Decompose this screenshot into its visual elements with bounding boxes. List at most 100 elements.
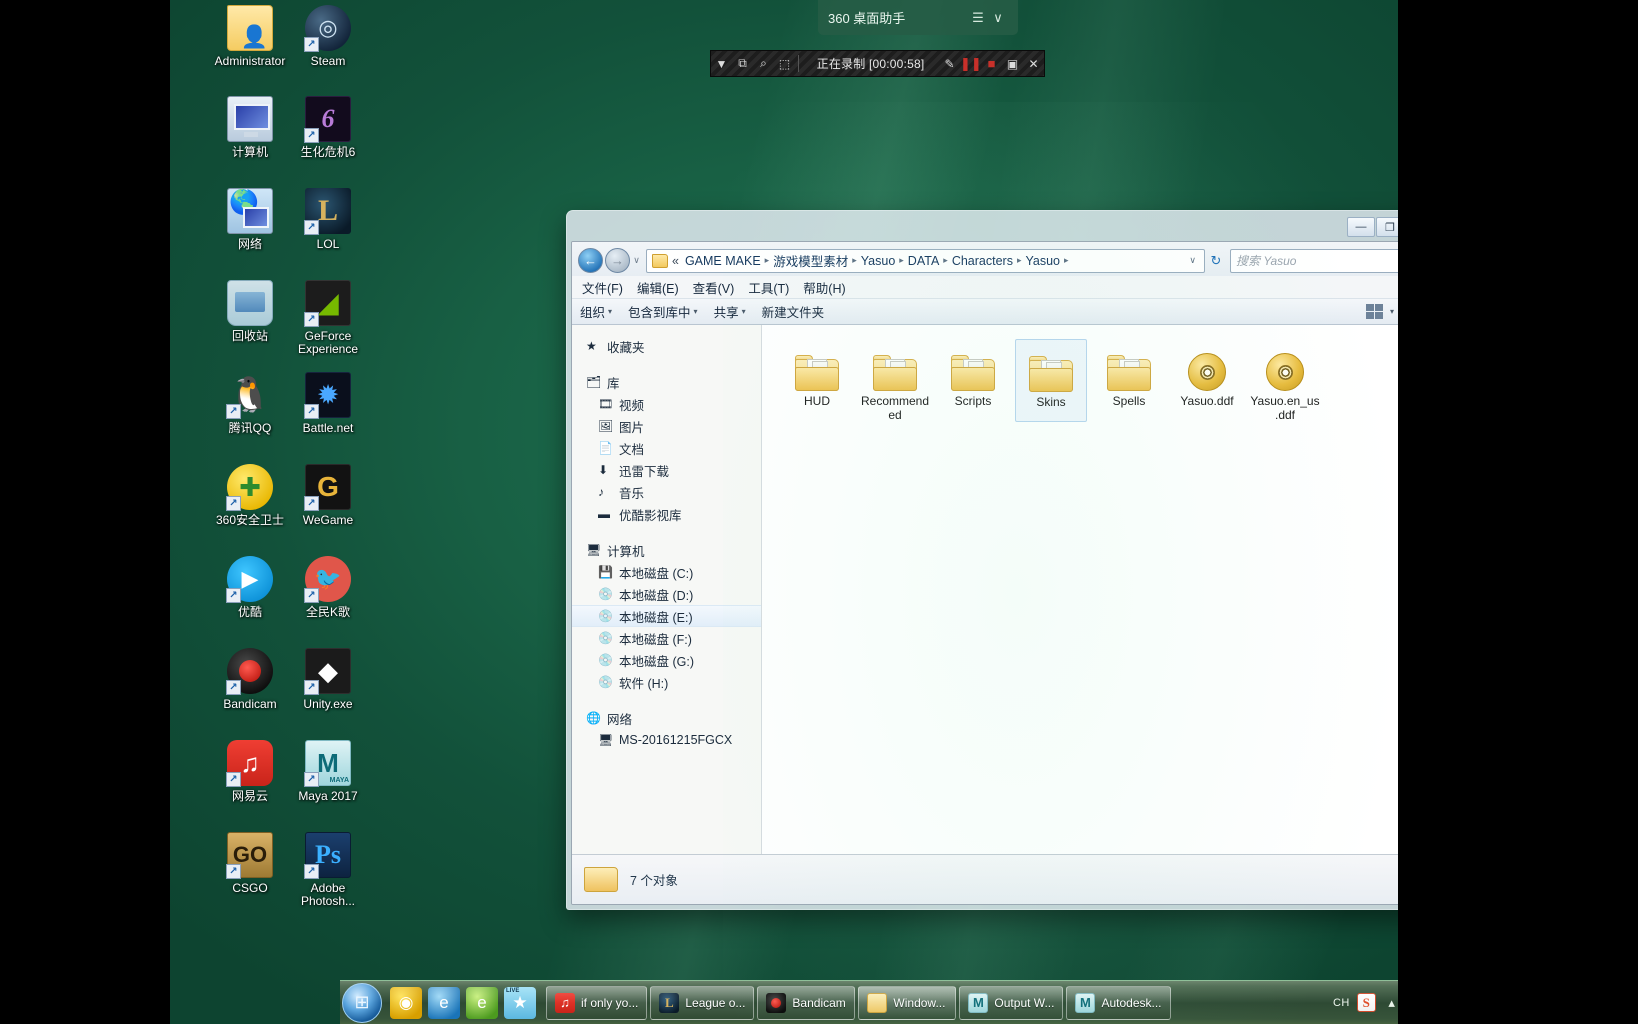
desktop-icon-Unity.exe[interactable]: ◆ Unity.exe [286,647,370,711]
desktop-icon-Administrator[interactable]: Administrator [208,4,292,68]
menu-item-查看(V)[interactable]: 查看(V) [693,278,735,297]
stop-icon[interactable]: ■ [981,56,1002,71]
forward-button[interactable]: → [605,248,630,273]
show-hidden-icons-chevron[interactable]: ▴ [1383,994,1398,1012]
language-indicator[interactable]: CH [1333,997,1350,1009]
file-item-Yasuo.ddf[interactable]: Yasuo.ddf [1171,339,1243,422]
nav-item-MS-20161215FGCX[interactable]: 🖥 MS-20161215FGCX [572,729,761,751]
command-共享[interactable]: 共享 ▾ [714,302,746,321]
nav-item-软件 (H:)[interactable]: 💿 软件 (H:) [572,671,761,693]
taskbar-button-Window...[interactable]: Window... [858,985,957,1020]
nav-item-图片[interactable]: 🖼 图片 [572,415,761,437]
taskbar-button-Bandicam[interactable]: Bandicam [757,985,856,1020]
menu-item-编辑(E)[interactable]: 编辑(E) [637,278,679,297]
explorer-window[interactable]: — ❐ ✕ ← → ∨ « GAME MAKE▸游戏模型素材▸Yasuo▸DAT… [566,210,1398,910]
chevron-down-icon[interactable]: ∨ [988,10,1008,26]
quicklaunch-360-browser[interactable]: ◉ [390,986,422,1019]
nav-item-迅雷下载[interactable]: ⬇ 迅雷下载 [572,459,761,481]
camera-icon[interactable]: ▣ [1002,57,1023,71]
breadcrumb-item-Yasuo[interactable]: Yasuo [1022,252,1063,270]
zoom-icon[interactable]: ⌕ [753,56,774,71]
hamburger-icon[interactable]: ☰ [968,10,988,26]
command-新建文件夹[interactable]: 新建文件夹 [762,302,825,321]
history-dropdown-icon[interactable]: ∨ [630,255,643,266]
desktop-icon-网络[interactable]: 网络 [208,187,292,251]
desktop-icon-生化危机6[interactable]: 6 生化危机6 [286,95,370,159]
breadcrumb-dropdown-icon[interactable]: ∨ [1184,255,1201,266]
breadcrumb-item-Characters[interactable]: Characters [949,252,1016,270]
file-item-Yasuo.en_us.ddf[interactable]: Yasuo.en_us.ddf [1249,339,1321,422]
search-box[interactable]: 搜索 Yasuo 🔍 [1230,248,1398,273]
desktop-icon-计算机[interactable]: 计算机 [208,95,292,159]
breadcrumb-item-DATA[interactable]: DATA [905,252,942,270]
file-content-pane[interactable]: HUD Recommended Scripts Skins Spells Yasuo.dd… [762,325,1398,854]
menu-item-工具(T)[interactable]: 工具(T) [748,278,789,297]
menu-item-帮助(H)[interactable]: 帮助(H) [803,278,845,297]
desktop-icon-Battle.net[interactable]: ✹ Battle.net [286,371,370,435]
desktop-icon-全民K歌[interactable]: 🐦 全民K歌 [286,555,370,619]
view-dropdown-icon[interactable]: ▾ [1390,307,1394,316]
file-item-Scripts[interactable]: Scripts [937,339,1009,422]
close-icon[interactable]: ✕ [1023,57,1044,71]
search-input[interactable]: 搜索 Yasuo [1236,252,1398,269]
quicklaunch-live-app[interactable]: ★ [504,986,536,1019]
dropdown-icon[interactable]: ▼ [711,57,732,71]
nav-group-计算机[interactable]: 🖥 计算机 [572,539,761,561]
desktop-icon-Adobe Photosh...[interactable]: PsAdobe Photosh... [286,831,370,908]
desktop-icon-LOL[interactable]: L LOL [286,187,370,251]
quicklaunch-360-secure-browser[interactable]: e [466,986,498,1019]
maximize-button[interactable]: ❐ [1376,217,1398,237]
breadcrumb-overflow[interactable]: « [671,252,682,270]
nav-group-库[interactable]: 🗂 库 [572,371,761,393]
nav-item-本地磁盘 (E:)[interactable]: 💿 本地磁盘 (E:) [572,605,761,627]
desktop-icon-Bandicam[interactable]: Bandicam [208,647,292,711]
nav-item-优酷影视库[interactable]: ▬ 优酷影视库 [572,503,761,525]
minimize-button[interactable]: — [1347,217,1375,237]
start-button[interactable]: ⊞ [342,982,382,1023]
file-item-HUD[interactable]: HUD [781,339,853,422]
region-capture-icon[interactable]: ⬚ [774,57,795,71]
file-item-Skins[interactable]: Skins [1015,339,1087,422]
360-desktop-assistant[interactable]: 360 桌面助手 ☰ ∨ [818,0,1018,35]
file-item-Recommended[interactable]: Recommended [859,339,931,422]
back-button[interactable]: ← [578,248,603,273]
desktop-icon-网易云[interactable]: ♫ 网易云 [208,739,292,803]
breadcrumb-item-Yasuo[interactable]: Yasuo [858,252,899,270]
desktop-wallpaper[interactable]: Administrator◎Steam 计算机6生化危机6 网络LLOL 回收站◢Ge… [170,0,1398,1024]
desktop-icon-优酷[interactable]: ▶ 优酷 [208,555,292,619]
breadcrumb[interactable]: « GAME MAKE ▸ 游戏模型素材 ▸ Yasuo ▸ DATA ▸ Characters… [646,248,1205,273]
desktop-icon-回收站[interactable]: 回收站 [208,279,292,343]
breadcrumb-separator[interactable]: ▸ [1063,255,1070,266]
nav-item-本地磁盘 (C:)[interactable]: 💾 本地磁盘 (C:) [572,561,761,583]
nav-item-本地磁盘 (G:)[interactable]: 💿 本地磁盘 (G:) [572,649,761,671]
desktop-icon-360安全卫士[interactable]: ✚ 360安全卫士 [208,463,292,527]
view-icon[interactable] [1365,304,1383,319]
file-item-Spells[interactable]: Spells [1093,339,1165,422]
desktop-icon-腾讯QQ[interactable]: 🐧 腾讯QQ [208,371,292,435]
taskbar-button-if only yo...[interactable]: ♫ if only yo... [546,985,648,1020]
quicklaunch-ie-browser[interactable]: e [428,986,460,1019]
taskbar-button-Autodesk...[interactable]: M Autodesk... [1066,985,1171,1020]
command-组织[interactable]: 组织 ▾ [580,302,612,321]
screen-recorder-toolbar[interactable]: ▼ ⧉ ⌕ ⬚ 正在录制 [00:00:58] ✎ ❚❚ ■ ▣ ✕ [710,50,1045,77]
nav-group-收藏夹[interactable]: ★ 收藏夹 [572,335,761,357]
desktop-icon-CSGO[interactable]: GO CSGO [208,831,292,895]
refresh-button[interactable]: ↻ [1205,253,1227,269]
pause-icon[interactable]: ❚❚ [960,56,982,72]
desktop-icon-WeGame[interactable]: G WeGame [286,463,370,527]
desktop-icon-Steam[interactable]: ◎ Steam [286,4,370,68]
desktop-icon-Maya 2017[interactable]: M Maya 2017 [286,739,370,803]
command-包含到库中[interactable]: 包含到库中 ▾ [628,302,698,321]
taskbar-button-League o...[interactable]: L League o... [650,985,755,1020]
menu-item-文件(F)[interactable]: 文件(F) [582,278,623,297]
nav-item-本地磁盘 (D:)[interactable]: 💿 本地磁盘 (D:) [572,583,761,605]
desktop-icon-GeForce Experience[interactable]: ◢GeForce Experience [286,279,370,356]
pen-icon[interactable]: ✎ [939,57,960,71]
nav-item-本地磁盘 (F:)[interactable]: 💿 本地磁盘 (F:) [572,627,761,649]
nav-item-音乐[interactable]: ♪ 音乐 [572,481,761,503]
window-capture-icon[interactable]: ⧉ [732,56,753,71]
navigation-pane[interactable]: ★ 收藏夹 🗂 库 🎞 视频 🖼 图片 📄 文档 ⬇ 迅雷下载 ♪ 音乐 ▬ 优酷影视库 🖥 计算机 💾 本地磁盘 (… [572,325,762,854]
breadcrumb-item-游戏模型素材[interactable]: 游戏模型素材 [770,250,851,272]
taskbar[interactable]: ⊞ ◉ee★ ♫if only yo...LLeague o...Bandica… [340,980,1398,1024]
nav-item-视频[interactable]: 🎞 视频 [572,393,761,415]
